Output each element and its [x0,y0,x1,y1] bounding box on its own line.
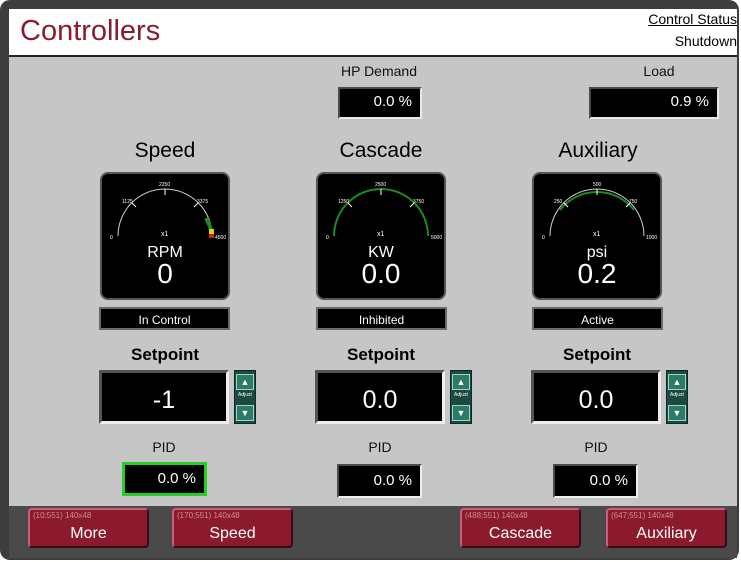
cascade-multiplier: x1 [377,231,385,238]
speed-tick-1: 1125 [122,199,133,205]
cascade-tick-3: 3750 [413,199,424,205]
auxiliary-adjust-label: Adjust [670,392,684,398]
speed-gauge: 0 1125 2250 3375 4500 x1 RPM 0 [100,172,230,300]
speed-nav-tag: (170;551) 140x48 [177,511,240,520]
speed-lower-button[interactable]: ▼ [236,405,254,421]
cascade-pid-label: PID [368,439,392,455]
cascade-setpoint-field[interactable]: 0.0 [315,370,445,424]
more-button-label: More [70,525,107,542]
speed-setpoint-field[interactable]: -1 [99,370,229,424]
speed-tick-0: 0 [110,235,113,241]
more-button-tag: (10;551) 140x48 [33,511,92,520]
auxiliary-raise-button[interactable]: ▲ [668,374,686,390]
cascade-value: 0.0 [361,258,401,289]
speed-pid-label: PID [152,439,176,455]
hp-demand-readout: 0.0 % [338,87,422,119]
controllers-screen: Controllers Control Status Shutdown HP D… [9,9,737,558]
auxiliary-state: Active [532,307,663,330]
speed-tick-4: 4500 [215,235,226,241]
cascade-tick-1: 1250 [338,199,349,205]
control-status-value: Shutdown [674,33,737,49]
cascade-raise-button[interactable]: ▲ [452,374,470,390]
cascade-gauge: 0 1250 2500 3750 5000 x1 KW 0.0 [316,172,446,300]
auxiliary-adjust-control: ▲ Adjust ▼ [666,370,688,424]
bottom-nav-bar: (10;551) 140x48 More (170;551) 140x48 Sp… [9,506,737,558]
speed-nav-label: Speed [209,525,256,542]
auxiliary-tick-1: 250 [554,199,563,205]
auxiliary-title: Auxiliary [558,139,638,162]
auxiliary-gauge: 0 250 500 750 1000 x1 psi 0.2 [532,172,662,300]
auxiliary-nav-tag: (647;551) 140x48 [611,511,674,520]
cascade-setpoint-label: Setpoint [347,345,415,364]
cascade-tick-0: 0 [326,235,329,241]
auxiliary-pid-label: PID [584,439,608,455]
cascade-nav-tag: (488;551) 140x48 [465,511,528,520]
speed-title: Speed [134,139,196,162]
cascade-adjust-control: ▲ Adjust ▼ [450,370,472,424]
auxiliary-lower-button[interactable]: ▼ [668,405,686,421]
speed-arc-yellow [209,229,214,234]
auxiliary-tick-3: 750 [629,199,638,205]
speed-value: 0 [157,258,173,289]
auxiliary-tick-2: 500 [593,182,602,188]
cascade-tick-2: 2500 [375,182,386,188]
load-readout: 0.9 % [589,87,719,119]
speed-setpoint-label: Setpoint [131,345,199,364]
cascade-adjust-label: Adjust [454,392,468,398]
speed-arc-red [209,234,214,238]
load-label: Load [643,63,675,79]
speed-tick-3: 3375 [197,199,208,205]
speed-adjust-control: ▲ Adjust ▼ [234,370,256,424]
speed-adjust-label: Adjust [238,392,252,398]
cascade-lower-button[interactable]: ▼ [452,405,470,421]
auxiliary-nav-button[interactable]: (647;551) 140x48 Auxiliary [606,508,727,548]
speed-raise-button[interactable]: ▲ [236,374,254,390]
cascade-title: Cascade [339,139,423,162]
auxiliary-setpoint-label: Setpoint [563,345,631,364]
hp-demand-label: HP Demand [340,63,417,79]
cascade-nav-label: Cascade [488,525,553,542]
title-bar: Controllers Control Status Shutdown [9,9,737,57]
auxiliary-tick-4: 1000 [646,235,657,241]
auxiliary-value: 0.2 [577,258,617,289]
speed-tick-2: 2250 [159,182,170,188]
auxiliary-tick-0: 0 [542,235,545,241]
cascade-pid-readout[interactable]: 0.0 % [337,464,422,498]
page-title: Controllers [20,15,161,47]
auxiliary-nav-label: Auxiliary [636,525,697,542]
cascade-arc-green [333,188,429,237]
more-button[interactable]: (10;551) 140x48 More [28,508,149,548]
cascade-state: Inhibited [316,307,447,330]
auxiliary-multiplier: x1 [593,231,601,238]
speed-pid-readout[interactable]: 0.0 % [122,462,207,496]
cascade-tick-4: 5000 [431,235,442,241]
speed-multiplier: x1 [161,231,169,238]
control-status-link[interactable]: Control Status [648,11,737,27]
auxiliary-pid-readout[interactable]: 0.0 % [553,464,638,498]
speed-state: In Control [99,307,230,330]
cascade-nav-button[interactable]: (488;551) 140x48 Cascade [460,508,581,548]
auxiliary-setpoint-field[interactable]: 0.0 [531,370,661,424]
speed-nav-button[interactable]: (170;551) 140x48 Speed [172,508,293,548]
